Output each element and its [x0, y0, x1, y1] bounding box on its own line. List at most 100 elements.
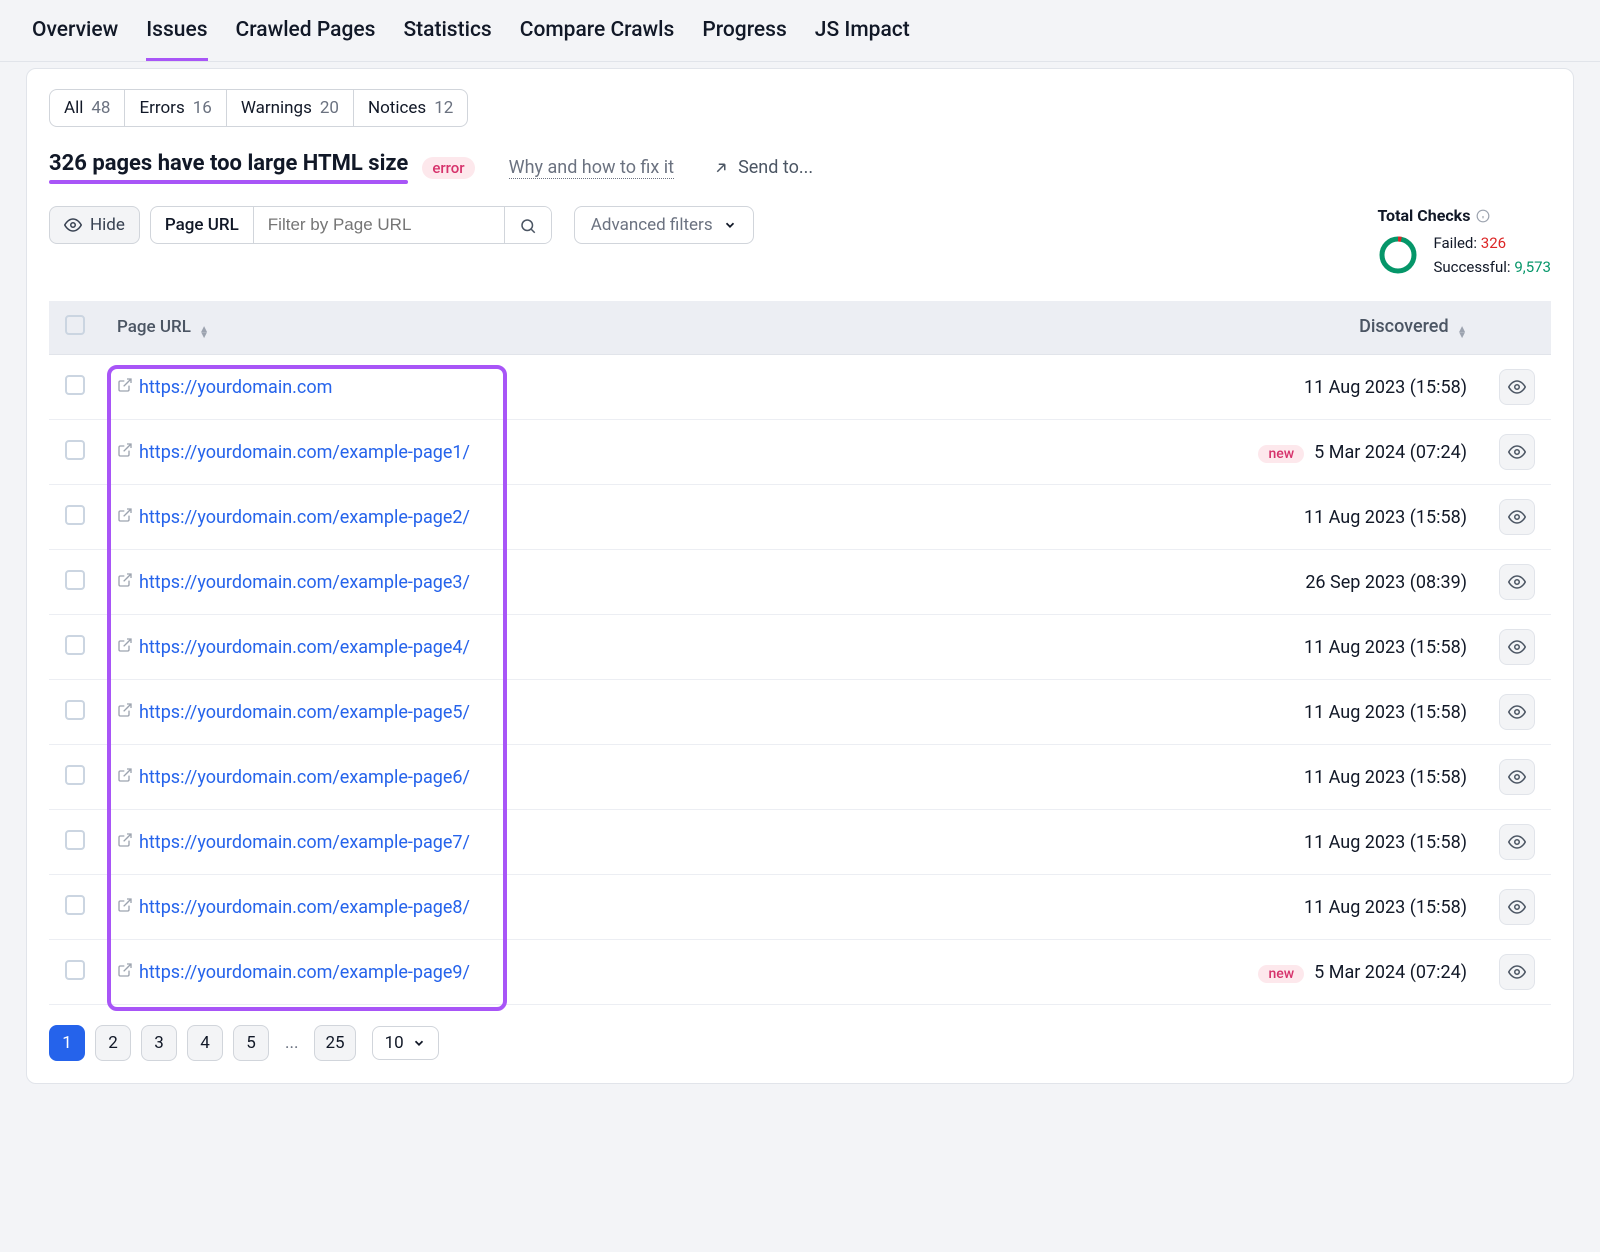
filter-notices-label: Notices — [368, 98, 426, 118]
filter-errors[interactable]: Errors 16 — [125, 90, 226, 126]
table-row: https://yourdomain.com/example-page4/11 … — [49, 615, 1551, 680]
external-link-icon[interactable] — [117, 897, 133, 913]
filter-notices-count: 12 — [434, 98, 453, 118]
page-url-link[interactable]: https://yourdomain.com/example-page9/ — [139, 962, 470, 983]
total-checks-title: Total Checks — [1377, 206, 1470, 225]
discovered-date: 11 Aug 2023 (15:58) — [1304, 702, 1467, 723]
sort-icon: ▲▼ — [199, 327, 209, 339]
view-button[interactable] — [1499, 824, 1535, 860]
tab-crawled-pages[interactable]: Crawled Pages — [236, 18, 376, 61]
filter-warnings[interactable]: Warnings 20 — [227, 90, 354, 126]
tab-progress[interactable]: Progress — [702, 18, 786, 61]
page-url-link[interactable]: https://yourdomain.com/example-page5/ — [139, 702, 470, 723]
row-checkbox[interactable] — [65, 635, 85, 655]
external-link-icon[interactable] — [117, 702, 133, 718]
page-1[interactable]: 1 — [49, 1025, 85, 1061]
success-label: Successful: — [1433, 258, 1510, 276]
view-button[interactable] — [1499, 759, 1535, 795]
hide-button[interactable]: Hide — [49, 206, 140, 244]
external-link-icon[interactable] — [117, 442, 133, 458]
tab-statistics[interactable]: Statistics — [403, 18, 491, 61]
page-size-selector[interactable]: 10 — [372, 1026, 439, 1060]
view-button[interactable] — [1499, 369, 1535, 405]
filter-all[interactable]: All 48 — [50, 90, 125, 126]
row-checkbox[interactable] — [65, 830, 85, 850]
issues-card: All 48 Errors 16 Warnings 20 Notices 12 … — [26, 68, 1574, 1084]
why-fix-link[interactable]: Why and how to fix it — [509, 157, 674, 179]
url-filter-label: Page URL — [151, 207, 254, 243]
eye-icon — [64, 216, 82, 234]
row-checkbox[interactable] — [65, 505, 85, 525]
tab-overview[interactable]: Overview — [32, 18, 118, 61]
row-checkbox[interactable] — [65, 440, 85, 460]
external-link-icon[interactable] — [117, 507, 133, 523]
col-page-url[interactable]: Page URL ▲▼ — [101, 301, 1203, 355]
failed-label: Failed: — [1433, 234, 1477, 252]
table-row: https://yourdomain.com/example-page2/11 … — [49, 485, 1551, 550]
table-wrapper: Page URL ▲▼ Discovered ▲▼ https://yourdo… — [49, 301, 1551, 1005]
external-link-icon[interactable] — [117, 767, 133, 783]
row-checkbox[interactable] — [65, 960, 85, 980]
row-checkbox[interactable] — [65, 375, 85, 395]
search-button[interactable] — [504, 207, 551, 243]
page-url-link[interactable]: https://yourdomain.com/example-page8/ — [139, 897, 470, 918]
view-button[interactable] — [1499, 434, 1535, 470]
page-5[interactable]: 5 — [233, 1025, 269, 1061]
pagination: 12345... 25 10 — [49, 1025, 1551, 1061]
issue-title: 326 pages have too large HTML size — [49, 151, 408, 176]
url-filter-input[interactable] — [254, 207, 504, 243]
filter-warnings-label: Warnings — [241, 98, 312, 118]
view-button[interactable] — [1499, 889, 1535, 925]
view-button[interactable] — [1499, 629, 1535, 665]
total-checks: Total Checks Failed: 326 Successful: 9,5… — [1377, 206, 1551, 279]
table-row: https://yourdomain.com/example-page6/11 … — [49, 745, 1551, 810]
select-all-checkbox[interactable] — [65, 315, 85, 335]
view-button[interactable] — [1499, 694, 1535, 730]
tab-js-impact[interactable]: JS Impact — [815, 18, 910, 61]
tab-compare-crawls[interactable]: Compare Crawls — [520, 18, 675, 61]
success-count: 9,573 — [1514, 258, 1551, 276]
page-url-link[interactable]: https://yourdomain.com — [139, 377, 332, 398]
page-last[interactable]: 25 — [314, 1025, 355, 1061]
tab-issues[interactable]: Issues — [146, 18, 207, 61]
page-url-link[interactable]: https://yourdomain.com/example-page7/ — [139, 832, 470, 853]
advanced-filters-button[interactable]: Advanced filters — [574, 206, 754, 244]
filter-notices[interactable]: Notices 12 — [354, 90, 467, 126]
send-to-button[interactable]: Send to... — [712, 157, 813, 178]
external-link-icon[interactable] — [117, 377, 133, 393]
view-button[interactable] — [1499, 954, 1535, 990]
row-checkbox[interactable] — [65, 570, 85, 590]
filter-warnings-count: 20 — [320, 98, 339, 118]
table-row: https://yourdomain.com/example-page5/11 … — [49, 680, 1551, 745]
row-checkbox[interactable] — [65, 765, 85, 785]
external-link-icon[interactable] — [117, 962, 133, 978]
page-ellipsis: ... — [279, 1033, 304, 1053]
discovered-date: 11 Aug 2023 (15:58) — [1304, 832, 1467, 853]
page-url-link[interactable]: https://yourdomain.com/example-page1/ — [139, 442, 470, 463]
view-button[interactable] — [1499, 564, 1535, 600]
filter-errors-count: 16 — [193, 98, 212, 118]
nav-tabs: Overview Issues Crawled Pages Statistics Com… — [0, 0, 1600, 62]
hide-label: Hide — [90, 215, 125, 235]
page-2[interactable]: 2 — [95, 1025, 131, 1061]
external-link-icon[interactable] — [117, 832, 133, 848]
donut-chart-icon — [1377, 234, 1419, 276]
page-4[interactable]: 4 — [187, 1025, 223, 1061]
page-url-link[interactable]: https://yourdomain.com/example-page6/ — [139, 767, 470, 788]
page-3[interactable]: 3 — [141, 1025, 177, 1061]
external-link-icon[interactable] — [117, 572, 133, 588]
page-url-link[interactable]: https://yourdomain.com/example-page3/ — [139, 572, 470, 593]
table-row: https://yourdomain.com/example-page8/11 … — [49, 875, 1551, 940]
row-checkbox[interactable] — [65, 895, 85, 915]
table-row: https://yourdomain.com/example-page1/new… — [49, 420, 1551, 485]
view-button[interactable] — [1499, 499, 1535, 535]
table-row: https://yourdomain.com/example-page7/11 … — [49, 810, 1551, 875]
page-url-link[interactable]: https://yourdomain.com/example-page2/ — [139, 507, 470, 528]
page-url-link[interactable]: https://yourdomain.com/example-page4/ — [139, 637, 470, 658]
chevron-down-icon — [412, 1036, 426, 1050]
external-link-icon[interactable] — [117, 637, 133, 653]
share-icon — [712, 159, 730, 177]
info-icon[interactable] — [1476, 209, 1490, 223]
row-checkbox[interactable] — [65, 700, 85, 720]
col-discovered[interactable]: Discovered ▲▼ — [1203, 301, 1483, 355]
